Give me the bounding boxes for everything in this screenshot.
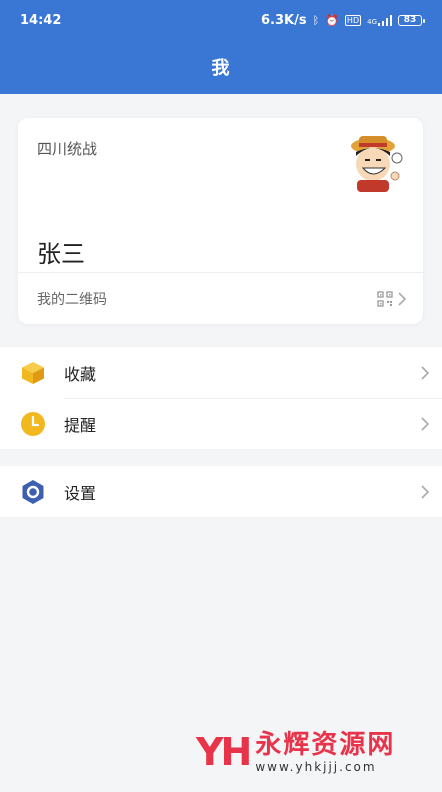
status-icons: 6.3K/s ᛒ ⏰ HD 4G 83	[261, 12, 425, 28]
chevron-right-icon	[398, 291, 407, 306]
alarm-icon: ⏰	[325, 13, 339, 27]
profile-card: 四川统战 张三 我的二维码	[18, 118, 423, 324]
watermark-name: 永辉资源网	[255, 730, 396, 760]
menu-item-settings[interactable]: 设置	[0, 466, 442, 517]
app-header: 14:42 6.3K/s ᛒ ⏰ HD 4G 83 我	[0, 0, 442, 94]
qr-code-label: 我的二维码	[37, 291, 107, 308]
menu-label-reminders: 提醒	[64, 415, 97, 435]
status-bar: 14:42 6.3K/s ᛒ ⏰ HD 4G 83	[0, 0, 442, 40]
chevron-right-icon	[421, 365, 430, 380]
avatar-cartoon-icon	[351, 136, 403, 192]
signal-4g-icon: 4G	[367, 14, 392, 26]
settings-hexagon-icon	[20, 479, 46, 505]
menu-item-reminders[interactable]: 提醒	[0, 398, 442, 449]
favorites-box-icon	[20, 360, 46, 386]
hd-icon: HD	[344, 14, 362, 26]
menu-label-favorites: 收藏	[64, 364, 97, 384]
menu-group-settings: 设置	[0, 466, 442, 517]
battery-level: 83	[403, 15, 417, 25]
user-name: 张三	[37, 240, 85, 268]
network-speed: 6.3K/s	[261, 12, 307, 28]
chevron-right-icon	[421, 416, 430, 431]
chevron-right-icon	[421, 484, 430, 499]
menu-group-main: 收藏 提醒	[0, 347, 442, 449]
avatar[interactable]	[345, 130, 409, 194]
qr-code-icon	[377, 290, 393, 307]
watermark-text: 永辉资源网 www.yhkjjj.com	[255, 730, 395, 774]
qr-row-right	[377, 290, 407, 307]
clock-icon	[20, 411, 46, 437]
battery-icon: 83	[398, 14, 425, 26]
menu-item-favorites[interactable]: 收藏	[0, 347, 442, 398]
watermark: YH 永辉资源网 www.yhkjjj.com	[196, 730, 395, 774]
organization-name: 四川统战	[37, 140, 98, 158]
watermark-url: www.yhkjjj.com	[255, 760, 377, 774]
page-title: 我	[211, 58, 231, 79]
signal-label: 4G	[367, 17, 377, 26]
menu-label-settings: 设置	[64, 483, 97, 503]
bluetooth-icon: ᛒ	[312, 13, 320, 27]
watermark-logo: YH	[196, 730, 252, 774]
my-qr-code-row[interactable]: 我的二维码	[18, 273, 423, 324]
status-time: 14:42	[20, 12, 62, 28]
